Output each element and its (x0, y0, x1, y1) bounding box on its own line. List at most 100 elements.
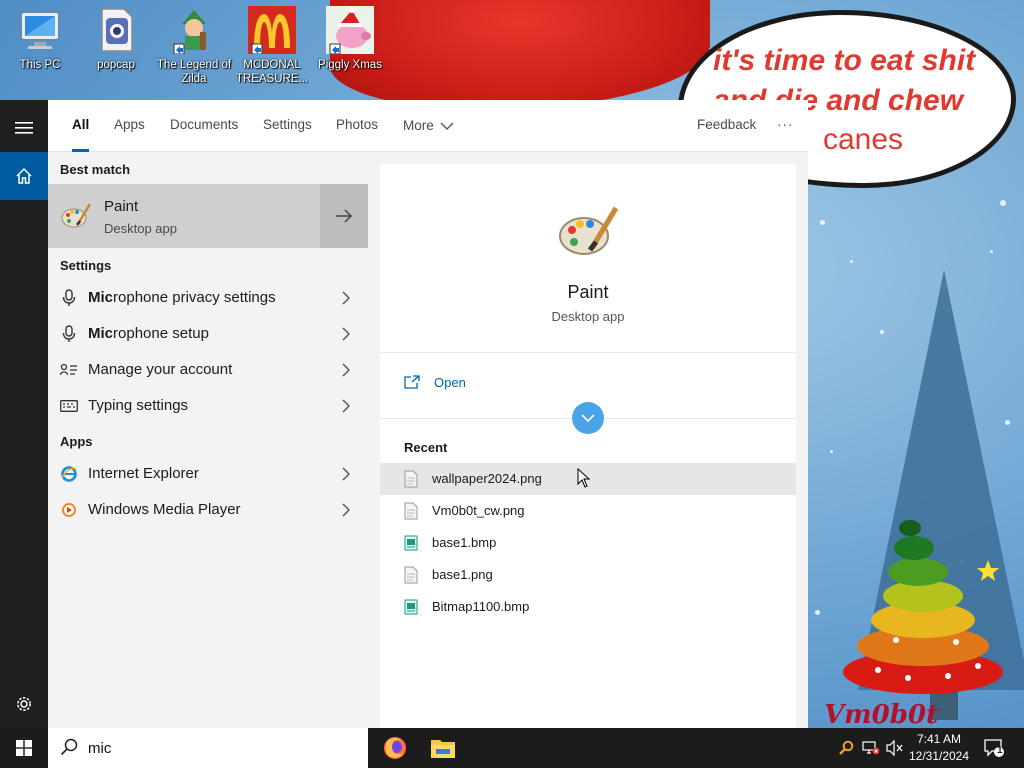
search-icon (60, 738, 78, 756)
settings-gear-button[interactable] (0, 680, 48, 728)
tab-apps[interactable]: Apps (114, 100, 145, 152)
start-left-rail (0, 100, 48, 728)
result-manage-your-account[interactable]: Manage your account (48, 352, 368, 388)
tray-search-highlight-icon[interactable] (836, 728, 856, 768)
recent-file-item[interactable]: base1.bmp (380, 527, 796, 559)
microphone-icon (60, 289, 78, 307)
desktop-icon-label: Piggly Xmas (318, 59, 382, 71)
arrow-right-icon (336, 209, 353, 223)
clock-date: 12/31/2024 (908, 749, 970, 763)
game-character-icon (170, 6, 218, 55)
recent-file-name: base1.png (432, 567, 493, 582)
open-external-icon (404, 375, 420, 389)
network-disconnected-icon (862, 741, 880, 755)
desktop-icon-piggly-xmas[interactable]: Piggly Xmas (312, 4, 388, 72)
recent-file-name: Bitmap1100.bmp (432, 599, 530, 614)
home-icon (16, 167, 32, 184)
mouse-cursor-icon (577, 468, 591, 488)
chevron-right-icon (342, 291, 350, 305)
search-panel: All Apps Documents Settings Photos More … (48, 100, 808, 728)
result-label: Internet Explorer (88, 465, 199, 482)
mcdonalds-logo-icon (248, 6, 296, 55)
recent-file-name: wallpaper2024.png (432, 471, 542, 486)
taskbar-file-explorer-button[interactable] (419, 728, 467, 768)
chevron-down-icon (581, 414, 595, 422)
tray-network-icon[interactable] (860, 728, 882, 768)
action-center-button[interactable]: 1 (978, 728, 1010, 768)
chevron-right-icon (342, 399, 350, 413)
feedback-button[interactable]: Feedback (697, 100, 756, 152)
png-file-icon (404, 470, 418, 488)
paint-app-large-icon (559, 206, 619, 255)
wallpaper-watermark: Vm0b0t (824, 700, 939, 730)
popcap-file-icon (92, 6, 140, 54)
search-results-list: Best match Paint Desktop app Settings Mi… (48, 152, 368, 728)
wallpaper-festive-swirl-tree (843, 520, 1003, 694)
search-input[interactable] (88, 728, 358, 768)
volume-muted-icon (886, 740, 903, 756)
more-options-button[interactable]: ··· (777, 100, 794, 152)
desktop-icon-label: popcap (97, 59, 135, 71)
expand-actions-button[interactable] (572, 402, 604, 434)
file-explorer-icon (431, 740, 455, 758)
open-action[interactable]: Open (404, 372, 466, 392)
result-typing-settings[interactable]: Typing settings (48, 388, 368, 424)
hamburger-menu-button[interactable] (0, 104, 48, 152)
desktop-icon-this-pc[interactable]: This PC (2, 4, 78, 72)
clock-time: 7:41 AM (916, 732, 962, 746)
media-player-icon (60, 501, 78, 519)
taskbar-clock[interactable]: 7:41 AM 12/31/2024 (906, 731, 972, 765)
search-tabs-bar: All Apps Documents Settings Photos More … (48, 100, 808, 152)
result-microphone-setup[interactable]: Microphone setup (48, 316, 368, 352)
settings-header: Settings (60, 258, 112, 273)
taskbar: 7:41 AM 12/31/2024 1 (0, 728, 1024, 768)
recent-file-name: Vm0b0t_cw.png (432, 503, 525, 518)
tray-volume-icon[interactable] (884, 728, 906, 768)
result-microphone-privacy-settings[interactable]: Microphone privacy settings (48, 280, 368, 316)
wallpaper-text-line1: it's time to eat shit (713, 44, 976, 77)
firefox-icon (384, 737, 406, 759)
start-button[interactable] (0, 728, 48, 768)
recent-file-item[interactable]: Vm0b0t_cw.png (380, 495, 796, 527)
result-label: Microphone privacy settings (88, 289, 276, 306)
recent-file-name: base1.bmp (432, 535, 497, 550)
chevron-right-icon (342, 503, 350, 517)
best-match-result[interactable]: Paint Desktop app (48, 184, 368, 248)
tab-photos[interactable]: Photos (336, 100, 378, 152)
result-internet-explorer[interactable]: Internet Explorer (48, 456, 368, 492)
preview-subtitle: Desktop app (551, 309, 625, 324)
taskbar-search-box[interactable] (48, 728, 368, 768)
tab-more-label: More (403, 118, 434, 133)
desktop-icon-popcap[interactable]: popcap (78, 4, 154, 72)
tab-all[interactable]: All (72, 100, 90, 152)
recent-file-item[interactable]: Bitmap1100.bmp (380, 591, 796, 623)
account-icon (60, 361, 78, 379)
bmp-file-icon (404, 599, 418, 615)
desktop-icon-legend-of-zilda[interactable]: The Legend of Zilda (156, 4, 232, 86)
chevron-down-icon (440, 122, 454, 130)
magnifier-orange-icon (839, 740, 854, 755)
recent-file-item[interactable]: base1.png (380, 559, 796, 591)
desktop-icon-mcdonald-treasure[interactable]: MCDONAL TREASURE... (234, 4, 310, 86)
tab-documents[interactable]: Documents (170, 100, 238, 152)
png-file-icon (404, 502, 418, 520)
preview-title: Paint (567, 282, 609, 302)
recent-header: Recent (404, 440, 448, 455)
tab-settings[interactable]: Settings (263, 100, 312, 152)
internet-explorer-icon (60, 465, 78, 483)
open-label: Open (434, 374, 466, 390)
microphone-icon (60, 325, 78, 343)
best-match-title: Paint (104, 198, 139, 215)
result-windows-media-player[interactable]: Windows Media Player (48, 492, 368, 528)
best-match-expand-button[interactable] (320, 184, 368, 248)
taskbar-firefox-button[interactable] (371, 728, 419, 768)
tab-more[interactable]: More (403, 100, 454, 152)
computer-icon (16, 6, 64, 54)
result-label: Typing settings (88, 397, 189, 414)
best-match-subtitle: Desktop app (104, 221, 177, 236)
home-button[interactable] (0, 152, 48, 200)
png-file-icon (404, 566, 418, 584)
result-label: Windows Media Player (88, 501, 241, 518)
chevron-right-icon (342, 467, 350, 481)
windows-logo-icon (16, 740, 32, 756)
